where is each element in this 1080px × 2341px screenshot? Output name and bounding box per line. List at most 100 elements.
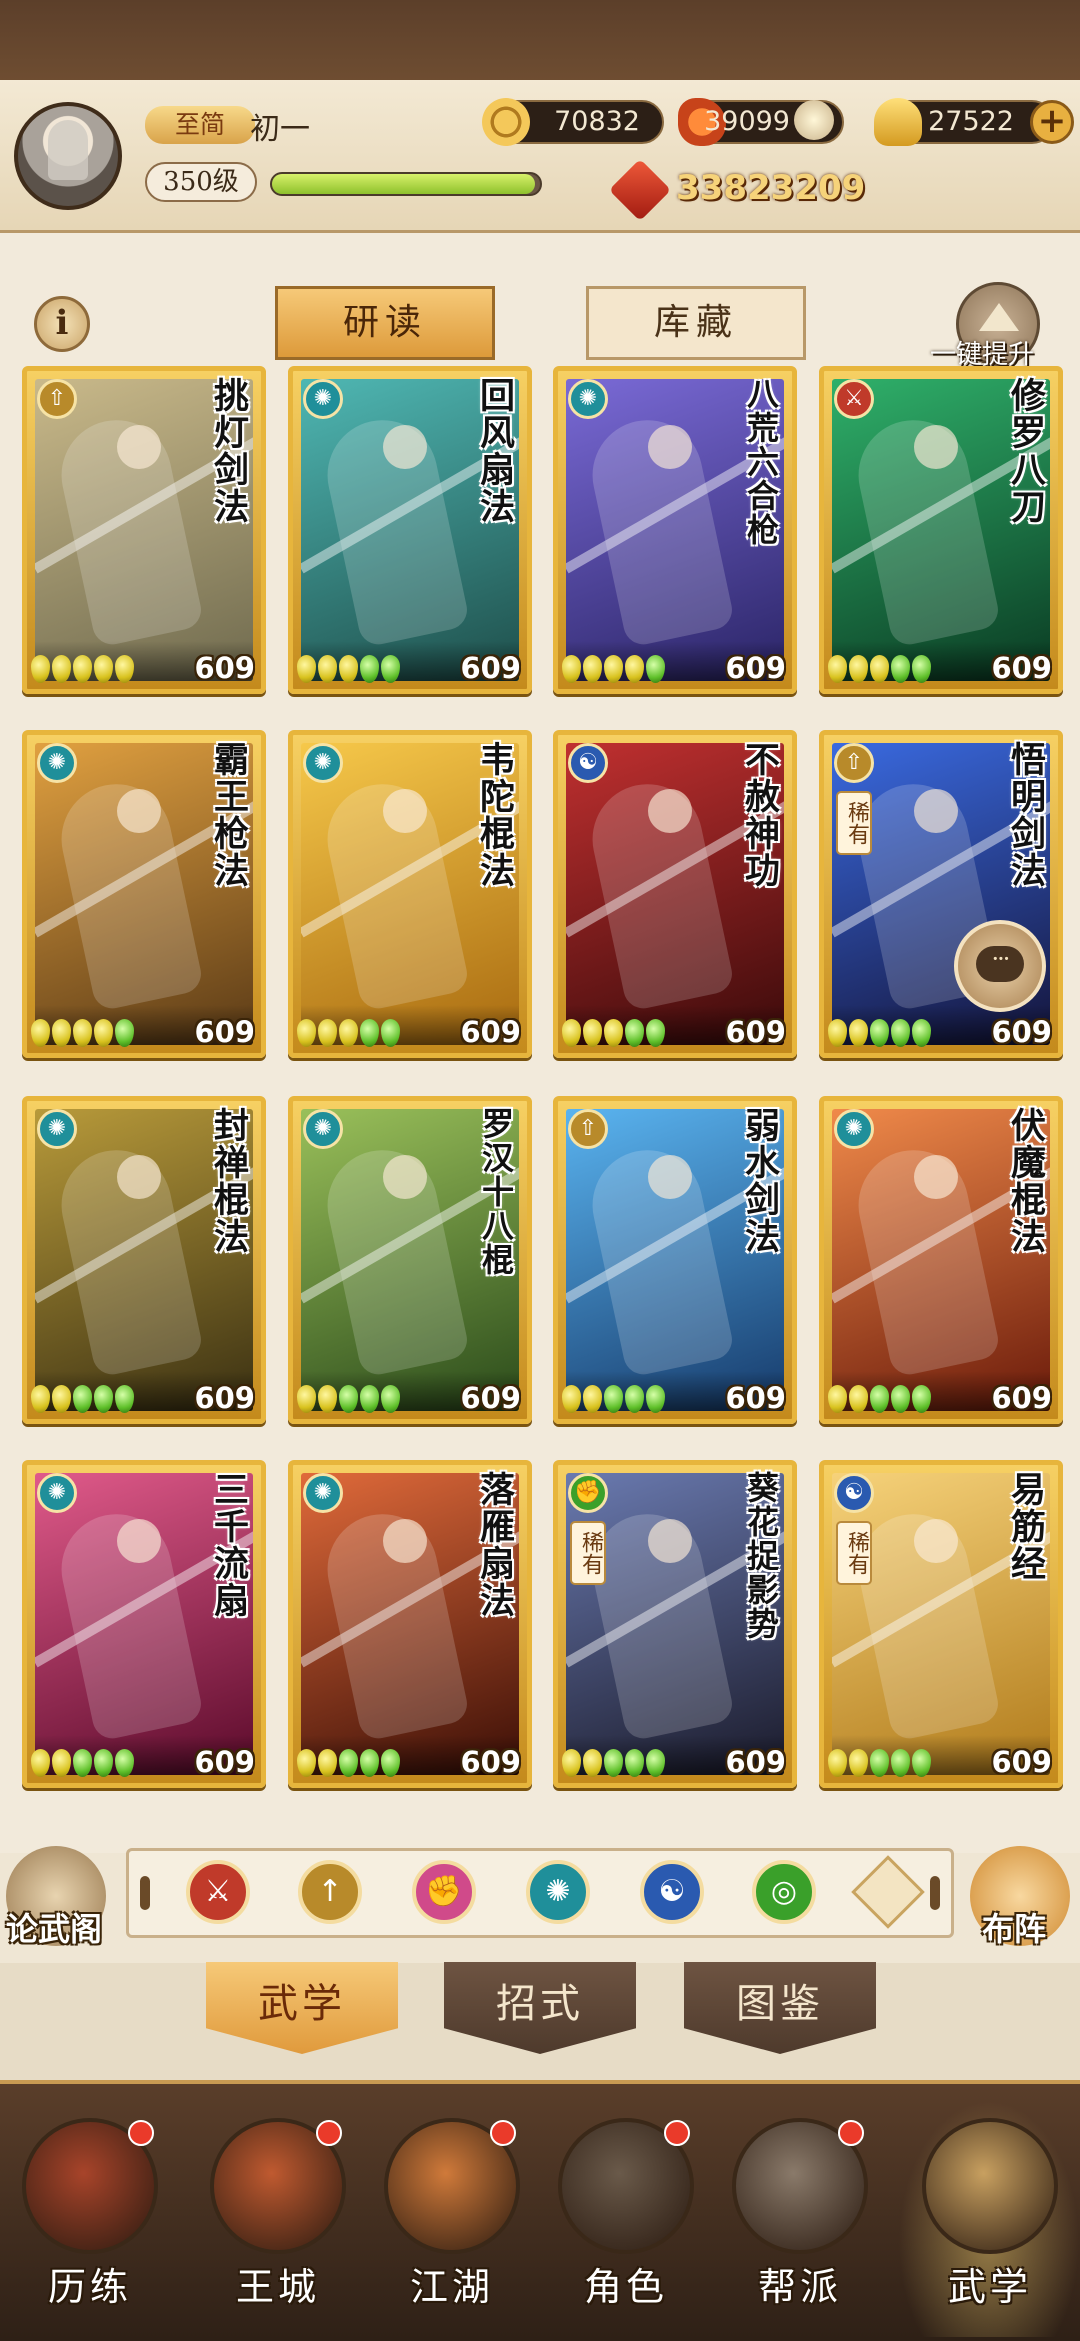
card-name: 易筋经 <box>1005 1471 1046 1582</box>
gold-bead-icon <box>31 655 50 683</box>
info-button[interactable]: i <box>34 296 90 352</box>
notification-dot <box>316 2120 342 2146</box>
nav-item[interactable]: 武学 <box>908 2118 1078 2328</box>
gold-bead-icon <box>31 1749 50 1777</box>
formation-label: 布阵 <box>982 1910 1047 1948</box>
card-level: 609 <box>194 651 255 685</box>
art-head <box>117 1519 161 1563</box>
combat-power: 33823209 <box>676 168 866 208</box>
fist-school-icon[interactable]: ✊ <box>412 1860 476 1924</box>
green-bead-icon <box>604 1749 623 1777</box>
martial-art-card[interactable]: ⇧ 挑灯剑法 609 <box>22 366 266 694</box>
gold-bead-icon <box>318 1019 337 1047</box>
gold-bead-icon <box>297 1019 316 1047</box>
chat-bubble-button[interactable]: ··· <box>954 920 1046 1012</box>
star-beads <box>562 1019 667 1047</box>
art-head <box>383 789 427 833</box>
martial-art-card[interactable]: ✺ 罗汉十八棍 609 <box>288 1096 532 1424</box>
martial-art-card[interactable]: ✺ 八荒六合枪 609 <box>553 366 797 694</box>
art-head <box>914 1519 958 1563</box>
dagger-school-icon: ⇧ <box>834 743 874 783</box>
martial-art-card[interactable]: ☯ 不赦神功 609 <box>553 730 797 1058</box>
art-head <box>383 1155 427 1199</box>
card-level: 609 <box>991 651 1052 685</box>
dagger-school-icon[interactable]: ↑ <box>298 1860 362 1924</box>
green-bead-icon <box>94 1385 113 1413</box>
gold-ingot-icon <box>874 98 922 146</box>
tab-study[interactable]: 研读 <box>275 286 495 360</box>
taiji-school-icon: ☯ <box>568 743 608 783</box>
gold-bead-icon <box>52 1385 71 1413</box>
nav-item[interactable]: 王城 <box>196 2118 366 2328</box>
blade-school-icon: ⚔ <box>834 379 874 419</box>
martial-art-card[interactable]: ⇧ 稀有 悟明剑法 609 <box>819 730 1063 1058</box>
green-bead-icon <box>912 1749 931 1777</box>
gold-bead-icon <box>828 1019 847 1047</box>
martial-art-card[interactable]: ✺ 封禅棍法 609 <box>22 1096 266 1424</box>
player-name: 初一 <box>250 112 310 147</box>
card-name: 挑灯剑法 <box>208 377 249 525</box>
martial-art-card[interactable]: ✊ 稀有 葵花捉影势 609 <box>553 1460 797 1788</box>
martial-art-card[interactable]: ✺ 落雁扇法 609 <box>288 1460 532 1788</box>
card-name: 罗汉十八棍 <box>477 1107 515 1277</box>
scrolls-icon <box>922 2118 1058 2254</box>
green-bead-icon <box>381 655 400 683</box>
green-bead-icon <box>870 1385 889 1413</box>
fan-school-icon[interactable]: ✺ <box>526 1860 590 1924</box>
star-beads <box>297 1019 402 1047</box>
nav-label: 帮派 <box>757 2265 842 2309</box>
gold-bead-icon <box>52 1749 71 1777</box>
gold-bead-icon <box>52 1019 71 1047</box>
fan-school-icon: ✺ <box>303 743 343 783</box>
card-name: 三千流扇 <box>208 1471 249 1619</box>
card-level: 609 <box>991 1381 1052 1415</box>
martial-art-card[interactable]: ✺ 韦陀棍法 609 <box>288 730 532 1058</box>
currency-flame: 39099 <box>678 98 844 146</box>
nav-item[interactable]: 历练 <box>8 2118 178 2328</box>
gold-bead-icon <box>828 655 847 683</box>
martial-art-card[interactable]: ☯ 稀有 易筋经 609 <box>819 1460 1063 1788</box>
add-currency-button[interactable]: + <box>1030 100 1074 144</box>
green-bead-icon <box>339 1749 358 1777</box>
art-head <box>914 425 958 469</box>
green-bead-icon <box>625 1749 644 1777</box>
martial-art-card[interactable]: ⇧ 弱水剑法 609 <box>553 1096 797 1424</box>
gold-bead-icon <box>583 1385 602 1413</box>
green-school-icon[interactable]: ◎ <box>752 1860 816 1924</box>
gold-bead-icon <box>94 1019 113 1047</box>
gold-bead-icon <box>562 1019 581 1047</box>
currency-gold: 27522 <box>874 98 1054 146</box>
card-name: 不赦神功 <box>739 741 780 889</box>
card-level: 609 <box>725 1015 786 1049</box>
player-avatar[interactable] <box>14 102 122 210</box>
flame-value: 39099 <box>704 106 790 137</box>
nav-item[interactable]: 帮派 <box>718 2118 888 2328</box>
card-name: 伏魔棍法 <box>1005 1107 1046 1255</box>
martial-art-card[interactable]: ✺ 伏魔棍法 609 <box>819 1096 1063 1424</box>
player-title-badge: 至简 <box>145 106 255 144</box>
fist-school-icon: ✊ <box>568 1473 608 1513</box>
tab-collection[interactable]: 库藏 <box>586 286 806 360</box>
nav-label: 武学 <box>947 2265 1032 2309</box>
chevron-up-icon <box>979 303 1019 331</box>
fan-school-icon: ✺ <box>834 1109 874 1149</box>
nav-item[interactable]: 角色 <box>544 2118 714 2328</box>
art-head <box>117 425 161 469</box>
gold-bead-icon <box>73 655 92 683</box>
fan-school-icon: ✺ <box>37 1473 77 1513</box>
gold-bead-icon <box>604 1019 623 1047</box>
taiji-school-icon[interactable]: ☯ <box>640 1860 704 1924</box>
green-bead-icon <box>891 1749 910 1777</box>
nav-label: 历练 <box>47 2265 132 2309</box>
fan-school-icon: ✺ <box>568 379 608 419</box>
star-beads <box>828 655 933 683</box>
nav-item[interactable]: 江湖 <box>370 2118 540 2328</box>
nav-label: 江湖 <box>409 2265 494 2309</box>
martial-art-card[interactable]: ✺ 回风扇法 609 <box>288 366 532 694</box>
martial-art-card[interactable]: ✺ 霸王枪法 609 <box>22 730 266 1058</box>
blade-school-icon[interactable]: ⚔ <box>186 1860 250 1924</box>
martial-art-card[interactable]: ⚔ 修罗八刀 609 <box>819 366 1063 694</box>
green-bead-icon <box>646 1385 665 1413</box>
green-bead-icon <box>912 655 931 683</box>
martial-art-card[interactable]: ✺ 三千流扇 609 <box>22 1460 266 1788</box>
